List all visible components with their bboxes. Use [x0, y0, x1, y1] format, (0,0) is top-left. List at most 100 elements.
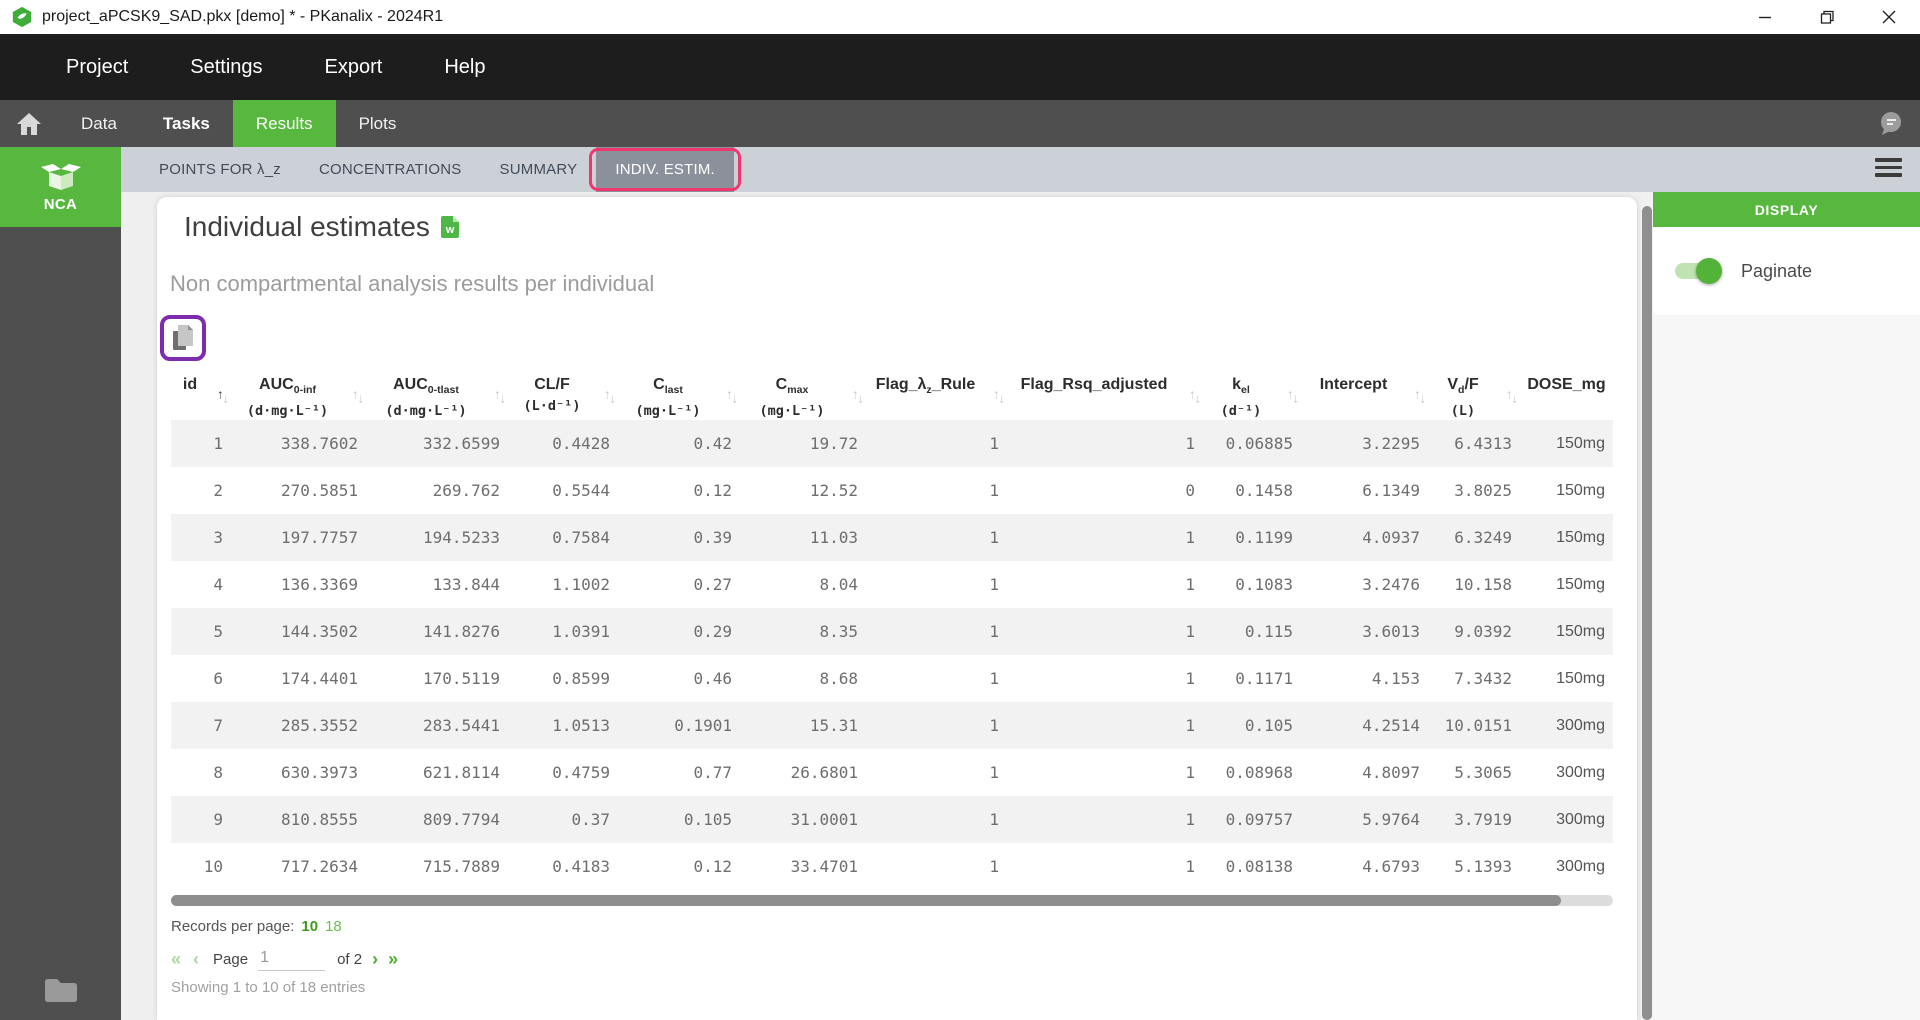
minimize-button[interactable] — [1734, 0, 1796, 34]
cell-DOSE_mg: 150mg — [1556, 669, 1605, 687]
close-button[interactable] — [1858, 0, 1920, 34]
cell-V_d_F: 5.3065 — [1454, 763, 1512, 782]
v-scrollbar[interactable] — [1641, 192, 1653, 1020]
sort-icon[interactable]: ↑ ↓ — [726, 388, 738, 405]
first-page-button[interactable]: « — [171, 950, 181, 968]
chat-button[interactable] — [1878, 110, 1904, 141]
copy-icon[interactable] — [170, 323, 196, 353]
cell-Flag_lambda_z_Rule: 1 — [989, 716, 999, 735]
cell-AUC_0-inf: 270.5851 — [280, 481, 358, 500]
h-scrollbar[interactable] — [171, 895, 1613, 906]
nav-tab-results[interactable]: Results — [232, 100, 336, 147]
sidebar-item-nca[interactable]: NCA — [0, 147, 121, 227]
subtab-points-for-λ-z[interactable]: POINTS FOR λ_z — [140, 147, 300, 192]
menu-item-export[interactable]: Export — [325, 56, 383, 79]
prev-page-button[interactable]: ‹ — [193, 950, 199, 968]
column-header-k_el[interactable]: kel (d⁻¹) ↑ ↓ — [1203, 372, 1301, 420]
cell-id: 2 — [213, 481, 223, 500]
table-row: 3 197.7757 194.5233 0.7584 0.39 11.03 1 1 0.1199… — [171, 514, 1613, 561]
cell-C_last: 0.12 — [693, 857, 732, 876]
sort-icon[interactable]: ↑ ↓ — [1189, 388, 1201, 405]
column-header-CL_F[interactable]: CL/F (L·d⁻¹) ↑ ↓ — [508, 372, 618, 420]
nav-tab-plots[interactable]: Plots — [336, 100, 420, 147]
subtab-concentrations[interactable]: CONCENTRATIONS — [300, 147, 481, 192]
column-header-Intercept[interactable]: Intercept ↑ ↓ — [1301, 372, 1428, 420]
sort-icon[interactable]: ↑ ↓ — [352, 388, 364, 405]
cell-k_el: 0.08138 — [1225, 857, 1293, 876]
column-header-AUC_0-tlast[interactable]: AUC0-tlast (d·mg·L⁻¹) ↑ ↓ — [366, 372, 508, 420]
column-header-AUC_0-inf[interactable]: AUC0-inf (d·mg·L⁻¹) ↑ ↓ — [231, 372, 366, 420]
export-file-icon[interactable]: w — [440, 215, 460, 239]
menu-item-help[interactable]: Help — [444, 56, 485, 79]
sort-icon[interactable]: ↑ ↓ — [494, 388, 506, 405]
copy-annotation — [160, 315, 206, 361]
sort-icon[interactable]: ↑ ↓ — [852, 388, 864, 405]
column-header-C_last[interactable]: Clast (mg·L⁻¹) ↑ ↓ — [618, 372, 740, 420]
subtab-indiv-estim-[interactable]: INDIV. ESTIM. — [589, 147, 741, 192]
cell-CL_F: 0.4183 — [552, 857, 610, 876]
cell-id: 4 — [213, 575, 223, 594]
cell-DOSE_mg: 300mg — [1556, 716, 1605, 734]
records-option-10[interactable]: 10 — [301, 918, 318, 935]
column-header-Flag_Rsq_adjusted[interactable]: Flag_Rsq_adjusted ↑ ↓ — [1007, 372, 1203, 420]
cell-C_last: 0.29 — [693, 622, 732, 641]
sort-icon[interactable]: ↑ ↓ — [604, 388, 616, 405]
cell-V_d_F: 3.8025 — [1454, 481, 1512, 500]
nav-tab-tasks[interactable]: Tasks — [140, 100, 233, 147]
column-header-V_d_F[interactable]: Vd/F (L) ↑ ↓ — [1428, 372, 1520, 420]
column-label: Clast (mg·L⁻¹) — [635, 376, 701, 420]
column-label: CL/F (L·d⁻¹) — [523, 376, 581, 414]
cell-C_last: 0.77 — [693, 763, 732, 782]
home-button[interactable] — [0, 100, 58, 147]
cell-Flag_lambda_z_Rule: 1 — [989, 622, 999, 641]
cell-C_max: 8.35 — [819, 622, 858, 641]
cell-CL_F: 0.4428 — [552, 434, 610, 453]
menu-item-settings[interactable]: Settings — [190, 56, 262, 79]
showing-entries-text: Showing 1 to 10 of 18 entries — [171, 979, 366, 996]
records-option-18[interactable]: 18 — [325, 918, 342, 935]
column-label: id — [182, 376, 198, 393]
cell-CL_F: 0.7584 — [552, 528, 610, 547]
hamburger-menu-icon[interactable] — [1875, 158, 1902, 177]
cell-id: 10 — [203, 857, 223, 876]
sort-icon[interactable]: ↑ ↓ — [1414, 388, 1426, 405]
cell-V_d_F: 9.0392 — [1454, 622, 1512, 641]
display-panel-empty — [1653, 315, 1920, 1020]
pagination: « ‹ Page of 2 › » — [171, 947, 1637, 971]
sort-icon[interactable]: ↑ ↓ — [993, 388, 1005, 405]
column-header-id[interactable]: id ↑ ↓ — [171, 372, 231, 420]
cell-k_el: 0.105 — [1244, 716, 1293, 735]
cell-Flag_lambda_z_Rule: 1 — [989, 434, 999, 453]
sort-icon[interactable]: ↑ ↓ — [1287, 388, 1299, 405]
menu-item-project[interactable]: Project — [66, 56, 128, 79]
table-row: 10 717.2634 715.7889 0.4183 0.12 33.4701 1 1 0.0… — [171, 843, 1613, 890]
maximize-button[interactable] — [1796, 0, 1858, 34]
column-label: DOSE_mg — [1527, 376, 1606, 393]
paginate-label: Paginate — [1741, 260, 1813, 281]
cell-Flag_Rsq_adjusted: 1 — [1185, 622, 1195, 641]
folder-button[interactable] — [0, 976, 121, 1004]
column-header-C_max[interactable]: Cmax (mg·L⁻¹) ↑ ↓ — [740, 372, 866, 420]
column-label: Flag_Rsq_adjusted — [1020, 376, 1168, 393]
cell-DOSE_mg: 150mg — [1556, 481, 1605, 499]
column-header-DOSE_mg: DOSE_mg — [1520, 372, 1613, 420]
cell-V_d_F: 5.1393 — [1454, 857, 1512, 876]
paginate-toggle[interactable] — [1675, 258, 1722, 284]
cell-AUC_0-inf: 810.8555 — [280, 810, 358, 829]
column-header-Flag_lambda_z_Rule[interactable]: Flag_λz_Rule ↑ ↓ — [866, 372, 1007, 420]
cell-id: 3 — [213, 528, 223, 547]
subtab-summary[interactable]: SUMMARY — [481, 147, 597, 192]
nav-tab-data[interactable]: Data — [58, 100, 140, 147]
next-page-button[interactable]: › — [372, 950, 378, 968]
cell-CL_F: 1.0391 — [552, 622, 610, 641]
last-page-button[interactable]: » — [388, 950, 398, 968]
cell-CL_F: 1.1002 — [552, 575, 610, 594]
cell-Flag_Rsq_adjusted: 0 — [1185, 481, 1195, 500]
sort-icon[interactable]: ↑ ↓ — [1506, 388, 1518, 405]
sort-icon[interactable]: ↑ ↓ — [217, 388, 229, 405]
cell-AUC_0-tlast: 621.8114 — [422, 763, 500, 782]
h-scrollbar-thumb[interactable] — [171, 895, 1561, 906]
v-scrollbar-thumb[interactable] — [1642, 206, 1652, 1020]
page-input[interactable] — [258, 947, 326, 971]
column-label: kel (d⁻¹) — [1220, 376, 1262, 420]
